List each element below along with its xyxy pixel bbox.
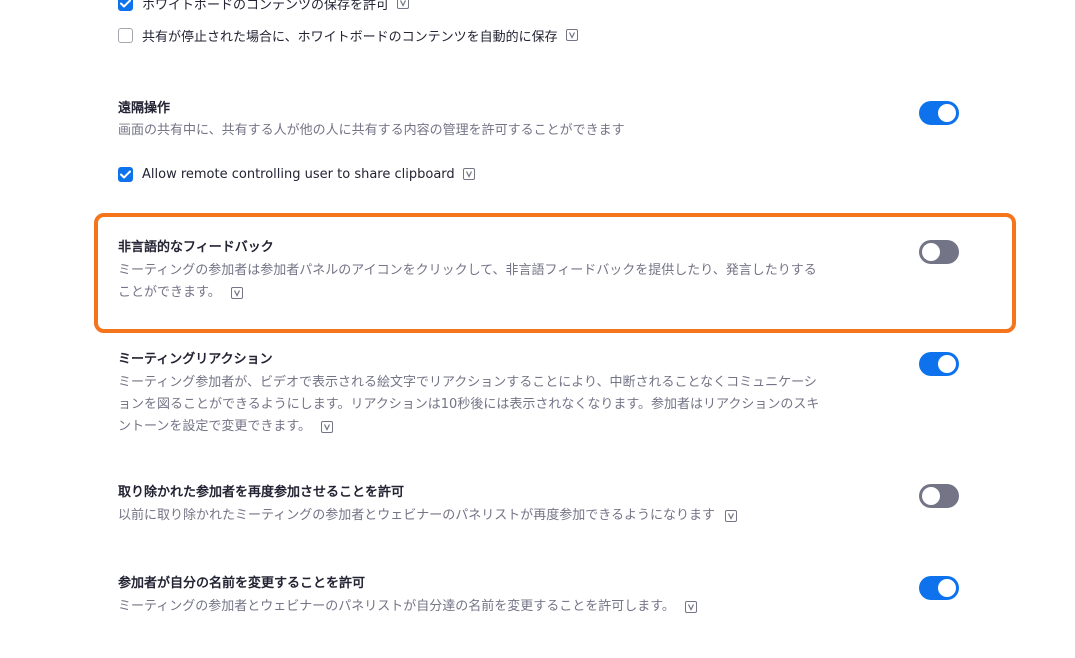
settings-page: ホワイトボードのコンテンツの保存を許可 共有が停止された場合に、ホワイトボードの… — [0, 0, 1075, 658]
toggle-knob — [922, 487, 940, 505]
nonverbal-feedback-description-text: ミーティングの参加者は参加者パネルのアイコンをクリックして、非言語フィードバック… — [118, 263, 817, 300]
remote-control-description-text: 画面の共有中に、共有する人が他の人に共有する内容の管理を許可することができます — [118, 123, 625, 138]
share-clipboard-label: Allow remote controlling user to share c… — [142, 166, 455, 182]
remote-control-toggle[interactable] — [919, 101, 959, 125]
version-info-icon[interactable] — [684, 600, 697, 613]
share-clipboard-row: Allow remote controlling user to share c… — [118, 164, 475, 184]
version-info-icon[interactable] — [724, 509, 737, 522]
meeting-reactions-description-text: ミーティング参加者が、ビデオで表示される絵文字でリアクションすることにより、中断… — [118, 375, 820, 434]
version-info-icon[interactable] — [397, 0, 410, 9]
meeting-reactions-description: ミーティング参加者が、ビデオで表示される絵文字でリアクションすることにより、中断… — [118, 372, 823, 438]
version-info-icon[interactable] — [230, 286, 243, 299]
rename-self-description-text: ミーティングの参加者とウェビナーのパネリストが自分達の名前を変更することを許可し… — [118, 599, 675, 614]
nonverbal-feedback-title: 非言語的なフィードバック — [118, 240, 274, 255]
auto-save-whiteboard-label: 共有が停止された場合に、ホワイトボードのコンテンツを自動的に保存 — [142, 29, 558, 45]
checkmark-icon — [120, 0, 131, 7]
version-info-icon[interactable] — [321, 420, 334, 433]
toggle-knob — [938, 104, 956, 122]
allow-whiteboard-save-checkbox[interactable] — [118, 0, 133, 11]
remote-control-title: 遠隔操作 — [118, 101, 171, 116]
toggle-knob — [938, 355, 956, 373]
meeting-reactions-toggle[interactable] — [919, 352, 959, 376]
share-clipboard-checkbox[interactable] — [118, 166, 133, 182]
rename-self-title: 参加者が自分の名前を変更することを許可 — [118, 576, 366, 591]
checkmark-icon — [120, 170, 131, 178]
allow-whiteboard-save-label: ホワイトボードのコンテンツの保存を許可 — [142, 0, 390, 13]
rejoin-removed-description: 以前に取り除かれたミーティングの参加者とウェビナーのパネリストが再度参加できるよ… — [118, 505, 918, 527]
remote-control-description: 画面の共有中に、共有する人が他の人に共有する内容の管理を許可することができます — [118, 120, 823, 142]
allow-whiteboard-save-row: ホワイトボードのコンテンツの保存を許可 — [118, 0, 410, 13]
rename-self-description: ミーティングの参加者とウェビナーのパネリストが自分達の名前を変更することを許可し… — [118, 596, 918, 618]
rejoin-removed-title: 取り除かれた参加者を再度参加させることを許可 — [118, 485, 405, 500]
toggle-knob — [938, 579, 956, 597]
nonverbal-feedback-description: ミーティングの参加者は参加者パネルのアイコンをクリックして、非言語フィードバック… — [118, 260, 823, 304]
nonverbal-feedback-toggle[interactable] — [919, 240, 959, 264]
auto-save-whiteboard-checkbox[interactable] — [118, 27, 133, 43]
toggle-knob — [922, 243, 940, 261]
rejoin-removed-description-text: 以前に取り除かれたミーティングの参加者とウェビナーのパネリストが再度参加できるよ… — [118, 508, 715, 523]
meeting-reactions-title: ミーティングリアクション — [118, 352, 273, 367]
auto-save-whiteboard-row: 共有が停止された場合に、ホワイトボードのコンテンツを自動的に保存 — [118, 25, 578, 45]
version-info-icon[interactable] — [462, 168, 475, 180]
rename-self-toggle[interactable] — [919, 576, 959, 600]
rejoin-removed-toggle[interactable] — [919, 484, 959, 508]
version-info-icon[interactable] — [565, 29, 578, 41]
